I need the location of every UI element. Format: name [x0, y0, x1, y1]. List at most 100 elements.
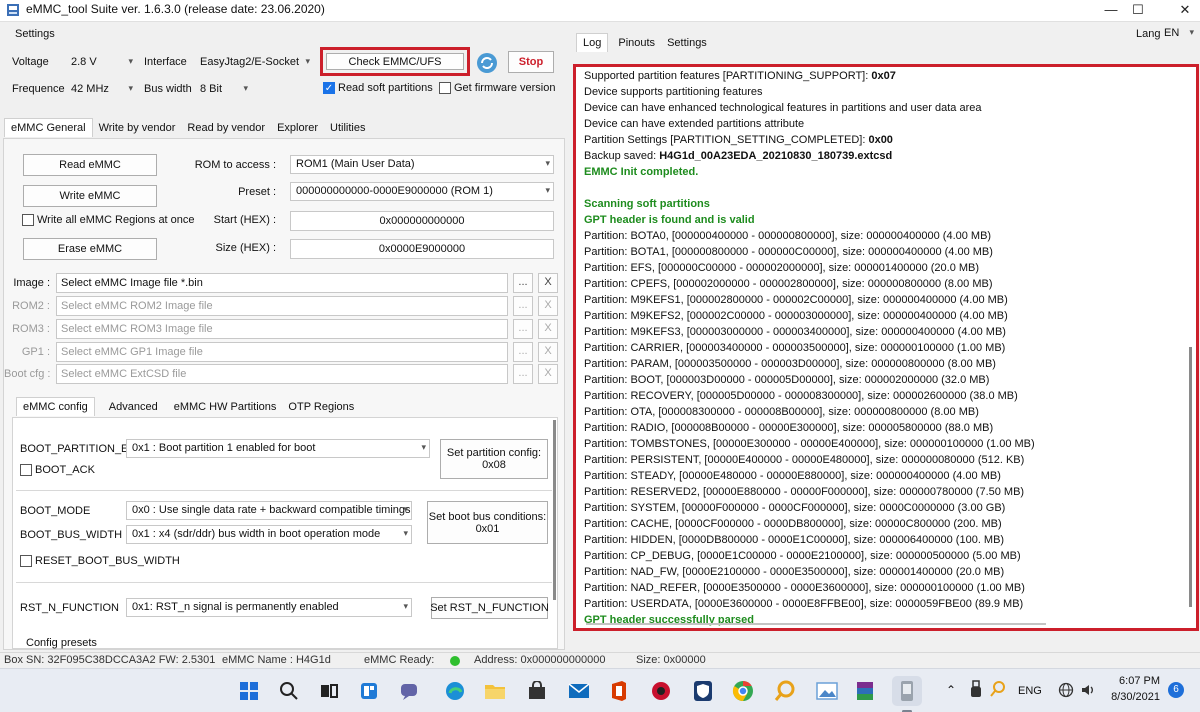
rom3-browse-button[interactable]: ...	[513, 319, 533, 339]
clock-time[interactable]: 6:07 PM	[1112, 675, 1160, 687]
chrome-icon[interactable]	[728, 676, 758, 706]
rom2-file-input[interactable]: Select eMMC ROM2 Image file	[56, 296, 508, 316]
refresh-icon[interactable]	[476, 52, 498, 74]
emmc-tool-taskbar-icon[interactable]	[892, 676, 922, 706]
reset-boot-bus-option[interactable]: RESET_BOOT_BUS_WIDTH	[20, 555, 180, 567]
interface-select[interactable]: EasyJtag2/E-Socket ▾	[194, 53, 314, 72]
boot-ack-option[interactable]: BOOT_ACK	[20, 464, 95, 476]
boot-bus-width-select[interactable]: 0x1 : x4 (sdr/ddr) bus width in boot ope…	[126, 525, 412, 544]
preset-select[interactable]: 000000000000-0000E9000000 (ROM 1) ▾	[290, 182, 554, 201]
log-line: Device can have enhanced technological f…	[584, 100, 1184, 116]
checkbox-checked-icon[interactable]: ✓	[323, 82, 335, 94]
input-language[interactable]: ENG	[1018, 685, 1042, 697]
image-file-input[interactable]: Select eMMC Image file *.bin	[56, 273, 508, 293]
tab-otp-regions[interactable]: OTP Regions	[282, 398, 360, 416]
globe-icon[interactable]	[1058, 682, 1074, 701]
voltage-select[interactable]: 2.8 V ▾	[65, 53, 137, 72]
file-explorer-icon[interactable]	[480, 676, 510, 706]
tab-emmc-general[interactable]: eMMC General	[4, 118, 93, 137]
write-all-regions-option[interactable]: Write all eMMC Regions at once	[22, 214, 195, 226]
read-emmc-button[interactable]: Read eMMC	[23, 154, 157, 176]
notification-badge[interactable]: 6	[1168, 682, 1184, 698]
gp1-browse-button[interactable]: ...	[513, 342, 533, 362]
office-icon[interactable]	[604, 676, 634, 706]
log-line-text: Partition: PERSISTENT, [00000E400000 - 0…	[584, 454, 1025, 466]
usb-icon[interactable]	[968, 680, 984, 701]
config-scrollbar[interactable]	[553, 420, 556, 600]
tray-search-app-icon[interactable]	[990, 680, 1006, 701]
size-hex-input[interactable]: 0x0000E9000000	[290, 239, 554, 259]
tab-write-by-vendor[interactable]: Write by vendor	[93, 119, 182, 137]
frequency-select[interactable]: 42 MHz ▾	[65, 80, 137, 99]
tab-utilities[interactable]: Utilities	[324, 119, 371, 137]
boot-mode-select[interactable]: 0x0 : Use single data rate + backward co…	[126, 501, 412, 520]
tray-chevron-up-icon[interactable]: ⌃	[946, 683, 956, 697]
log-scrollbar[interactable]	[1189, 347, 1192, 607]
window-title: eMMC_tool Suite ver. 1.6.3.0 (release da…	[26, 2, 325, 16]
clock-date[interactable]: 8/30/2021	[1106, 691, 1160, 703]
rom3-file-input[interactable]: Select eMMC ROM3 Image file	[56, 319, 508, 339]
winrar-icon[interactable]	[850, 676, 880, 706]
tab-emmc-config[interactable]: eMMC config	[16, 397, 95, 416]
checkbox-icon[interactable]	[20, 555, 32, 567]
tab-read-by-vendor[interactable]: Read by vendor	[181, 119, 271, 137]
app-red-icon[interactable]	[646, 676, 676, 706]
close-button[interactable]: ✕	[1162, 0, 1200, 22]
lang-select[interactable]: EN ▾	[1160, 24, 1198, 43]
tab-log[interactable]: Log	[576, 33, 609, 52]
rom2-clear-button[interactable]: X	[538, 296, 558, 316]
set-rst-n-button[interactable]: Set RST_N_FUNCTION	[430, 597, 549, 619]
log-line-text: Partition: USERDATA, [0000E3600000 - 000…	[584, 598, 1024, 610]
rst-n-select[interactable]: 0x1: RST_n signal is permanently enabled…	[126, 598, 412, 617]
tab-settings[interactable]: Settings	[661, 34, 713, 52]
get-firmware-option[interactable]: Get firmware version	[439, 82, 555, 94]
tab-emmc-hw-partitions[interactable]: eMMC HW Partitions	[168, 398, 283, 416]
search-app-icon[interactable]	[770, 676, 800, 706]
boot-cfg-browse-button[interactable]: ...	[513, 364, 533, 384]
checkbox-icon[interactable]	[439, 82, 451, 94]
tab-pinouts[interactable]: Pinouts	[612, 34, 661, 52]
buswidth-select[interactable]: 8 Bit ▾	[194, 80, 252, 99]
tab-advanced[interactable]: Advanced	[103, 398, 164, 416]
set-boot-bus-button[interactable]: Set boot bus conditions: 0x01	[427, 501, 548, 544]
tab-explorer[interactable]: Explorer	[271, 119, 324, 137]
rom-select[interactable]: ROM1 (Main User Data) ▾	[290, 155, 554, 174]
boot-cfg-file-input[interactable]: Select eMMC ExtCSD file	[56, 364, 508, 384]
store-icon[interactable]	[522, 676, 552, 706]
widgets-icon[interactable]	[354, 676, 384, 706]
checkbox-icon[interactable]	[22, 214, 34, 226]
set-partition-config-button[interactable]: Set partition config: 0x08	[440, 439, 548, 479]
checkbox-icon[interactable]	[20, 464, 32, 476]
edge-icon[interactable]	[440, 676, 470, 706]
chevron-down-icon: ▾	[243, 83, 248, 93]
start-hex-input[interactable]: 0x000000000000	[290, 211, 554, 231]
check-emmc-button[interactable]: Check EMMC/UFS	[326, 53, 464, 70]
task-view-icon[interactable]	[314, 676, 344, 706]
interface-value: EasyJtag2/E-Socket	[200, 56, 300, 68]
log-line-text: Partition: BOOT, [000003D00000 - 000005D…	[584, 374, 990, 386]
boot-cfg-clear-button[interactable]: X	[538, 364, 558, 384]
photos-icon[interactable]	[812, 676, 842, 706]
lang-value: EN	[1164, 27, 1180, 39]
erase-emmc-button[interactable]: Erase eMMC	[23, 238, 157, 260]
voltage-value: 2.8 V	[71, 56, 97, 68]
read-soft-partitions-option[interactable]: ✓ Read soft partitions	[323, 82, 433, 94]
maximize-button[interactable]: ☐	[1115, 0, 1161, 22]
log-line-text: Partition: M9KEFS1, [000002800000 - 0000…	[584, 294, 1008, 306]
chat-icon[interactable]	[394, 676, 424, 706]
gp1-file-input[interactable]: Select eMMC GP1 Image file	[56, 342, 508, 362]
log-hscrollbar[interactable]	[586, 623, 1046, 625]
image-clear-button[interactable]: X	[538, 273, 558, 293]
mail-icon[interactable]	[564, 676, 594, 706]
speaker-icon[interactable]	[1080, 682, 1096, 701]
image-browse-button[interactable]: ...	[513, 273, 533, 293]
write-emmc-button[interactable]: Write eMMC	[23, 185, 157, 207]
gp1-clear-button[interactable]: X	[538, 342, 558, 362]
rom2-browse-button[interactable]: ...	[513, 296, 533, 316]
search-icon[interactable]	[274, 676, 304, 706]
rom3-clear-button[interactable]: X	[538, 319, 558, 339]
boot-partition-select[interactable]: 0x1 : Boot partition 1 enabled for boot ▾	[126, 439, 430, 458]
stop-button[interactable]: Stop	[508, 51, 554, 73]
shield-app-icon[interactable]	[688, 676, 718, 706]
start-icon[interactable]	[234, 676, 264, 706]
